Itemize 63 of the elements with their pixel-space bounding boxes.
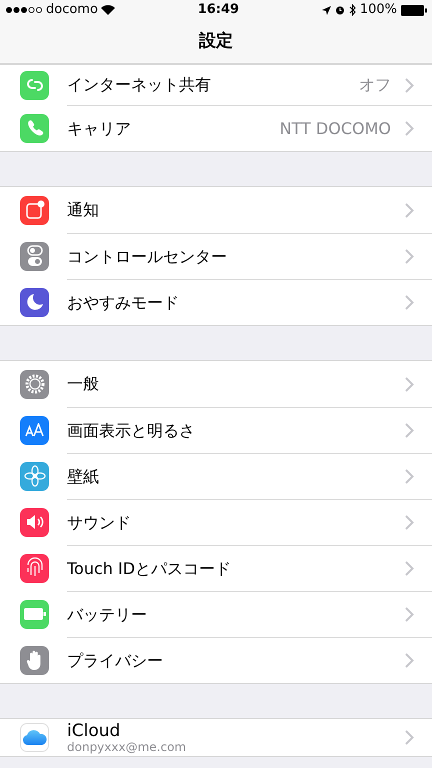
settings-row[interactable]: iCloud donpyxxx@me.com [0, 719, 432, 756]
settings-row[interactable]: おやすみモード [0, 279, 432, 325]
row-label: インターネット共有 [67, 74, 212, 96]
chevron-icon [405, 469, 414, 484]
row-value: NTT DOCOMO [280, 118, 391, 140]
link-icon [26, 78, 44, 92]
chevron-icon [405, 607, 414, 622]
chevron-icon [405, 730, 414, 745]
chevron-icon [405, 376, 414, 392]
chevron-icon [405, 561, 414, 576]
toggles-icon [26, 245, 42, 267]
chevron-icon [405, 78, 414, 92]
battery-percentage: 100% [360, 1, 397, 20]
row-label: プライバシー [67, 650, 164, 672]
row-label: 一般 [67, 373, 100, 395]
settings-row[interactable]: インターネット共有 オフ [0, 65, 432, 105]
row-label: 画面表示と明るさ [67, 420, 196, 442]
chevron-icon [405, 295, 414, 310]
chevron-icon [405, 423, 414, 438]
nav-title: 設定 [199, 30, 233, 53]
speaker-icon [24, 514, 44, 530]
location-arrow-icon [322, 6, 331, 14]
chevron-icon [405, 653, 414, 668]
battery-icon [401, 4, 427, 16]
settings-row[interactable]: キャリア NTT DOCOMO [0, 105, 432, 151]
clock-time: 16:49 [198, 1, 240, 20]
row-label: Touch IDとパスコード [67, 558, 232, 580]
chevron-icon [405, 249, 414, 264]
chevron-icon [405, 515, 414, 530]
row-value: オフ [359, 74, 391, 96]
bluetooth-icon [348, 4, 356, 16]
hand-icon [26, 649, 44, 671]
battery-icon [24, 608, 46, 620]
row-label: コントロールセンター [67, 246, 228, 268]
signal-icon [5, 6, 43, 14]
settings-row[interactable]: 壁紙 [0, 453, 432, 499]
moon-icon [26, 293, 44, 311]
row-label: キャリア [67, 118, 132, 140]
row-label: 壁紙 [67, 466, 100, 488]
row-subtitle: donpyxxx@me.com [67, 740, 188, 754]
row-label: iCloud [67, 722, 122, 740]
carrier-name: docomo [46, 1, 98, 20]
alarm-clock-icon [334, 5, 345, 15]
wifi-icon [100, 5, 115, 15]
chevron-icon [405, 202, 414, 218]
settings-row[interactable]: 通知 [0, 187, 432, 233]
phone-icon [26, 119, 44, 137]
row-label: サウンド [67, 512, 132, 534]
row-label: 通知 [67, 199, 100, 221]
letters-icon [24, 423, 44, 437]
notification-icon [24, 200, 44, 220]
row-label: おやすみモード [67, 292, 180, 314]
settings-row[interactable]: コントロールセンター [0, 233, 432, 279]
row-label: バッテリー [67, 604, 148, 626]
settings-row[interactable]: Touch IDとパスコード [0, 545, 432, 591]
settings-row[interactable]: プライバシー [0, 637, 432, 683]
cloud-icon [22, 730, 46, 745]
fingerprint-icon [24, 557, 44, 579]
settings-row[interactable]: サウンド [0, 499, 432, 545]
settings-row[interactable]: 一般 [0, 361, 432, 407]
settings-row[interactable]: 画面表示と明るさ [0, 407, 432, 453]
settings-row[interactable]: バッテリー [0, 591, 432, 637]
chevron-icon [405, 121, 414, 136]
